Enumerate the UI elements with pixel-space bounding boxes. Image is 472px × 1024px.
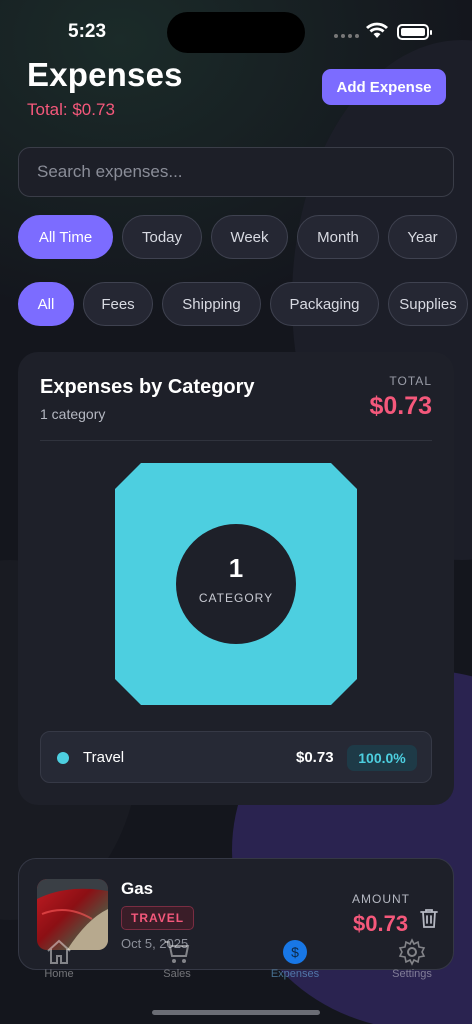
tab-settings[interactable]: Settings — [372, 938, 452, 980]
category-supplies[interactable]: Supplies — [388, 282, 468, 326]
home-icon — [47, 939, 71, 964]
expense-amount: $0.73 — [353, 911, 409, 936]
add-expense-button[interactable]: Add Expense — [322, 69, 446, 105]
legend-amount: $0.73 — [296, 749, 334, 766]
dollar-icon: $ — [283, 940, 307, 964]
tab-sales[interactable]: Sales — [137, 938, 217, 980]
tab-bar: Home Sales $ Expenses Settings — [0, 938, 472, 988]
card-title: Expenses by Category — [40, 376, 255, 398]
dynamic-island — [167, 12, 305, 53]
status-bar: 5:23 — [0, 0, 472, 60]
category-donut-chart: 1 CATEGORY — [115, 463, 357, 705]
filter-all-time[interactable]: All Time — [18, 215, 113, 259]
gear-icon — [398, 938, 426, 966]
donut-svg — [115, 463, 357, 705]
category-count-label: CATEGORY — [198, 591, 274, 605]
cart-icon — [165, 941, 190, 963]
tab-label: Home — [44, 968, 74, 980]
expense-name: Gas — [121, 879, 154, 898]
time-filter-row: All Time Today Week Month Year — [18, 215, 457, 259]
page-title: Expenses — [27, 56, 183, 93]
legend-name: Travel — [83, 749, 125, 766]
wifi-icon — [366, 22, 388, 38]
expense-category-badge: TRAVEL — [121, 906, 195, 930]
legend-color-dot — [57, 752, 69, 764]
category-filter-row: All Fees Shipping Packaging Supplies — [18, 282, 468, 326]
category-shipping[interactable]: Shipping — [162, 282, 261, 326]
expense-amount-label: AMOUNT — [352, 892, 410, 906]
home-indicator — [152, 1010, 320, 1015]
donut-hole — [176, 524, 296, 644]
tab-label: Expenses — [270, 968, 320, 980]
tab-label: Settings — [392, 968, 432, 980]
category-summary-card: Expenses by Category 1 category TOTAL $0… — [18, 352, 454, 805]
filter-week[interactable]: Week — [211, 215, 288, 259]
legend-item-travel[interactable]: Travel $0.73 100.0% — [40, 731, 432, 783]
category-all[interactable]: All — [18, 282, 74, 326]
card-subtitle: 1 category — [40, 406, 106, 422]
search-input[interactable]: Search expenses... — [18, 147, 454, 197]
category-fees[interactable]: Fees — [83, 282, 153, 326]
total-summary: Total: $0.73 — [27, 100, 115, 119]
status-time: 5:23 — [68, 21, 107, 42]
cellular-signal-icon — [334, 34, 359, 38]
tab-expenses[interactable]: $ Expenses — [255, 938, 335, 980]
tab-home[interactable]: Home — [19, 938, 99, 980]
svg-text:$: $ — [291, 944, 299, 960]
category-packaging[interactable]: Packaging — [270, 282, 379, 326]
legend-percent-badge: 100.0% — [347, 745, 417, 771]
card-total-value: $0.73 — [369, 392, 432, 420]
filter-year[interactable]: Year — [388, 215, 457, 259]
trash-icon[interactable] — [419, 907, 439, 929]
category-count: 1 — [228, 553, 244, 583]
filter-month[interactable]: Month — [297, 215, 379, 259]
card-total-label: TOTAL — [389, 374, 432, 388]
battery-icon — [397, 24, 432, 40]
filter-today[interactable]: Today — [122, 215, 202, 259]
divider — [40, 440, 432, 441]
tab-label: Sales — [163, 968, 191, 980]
